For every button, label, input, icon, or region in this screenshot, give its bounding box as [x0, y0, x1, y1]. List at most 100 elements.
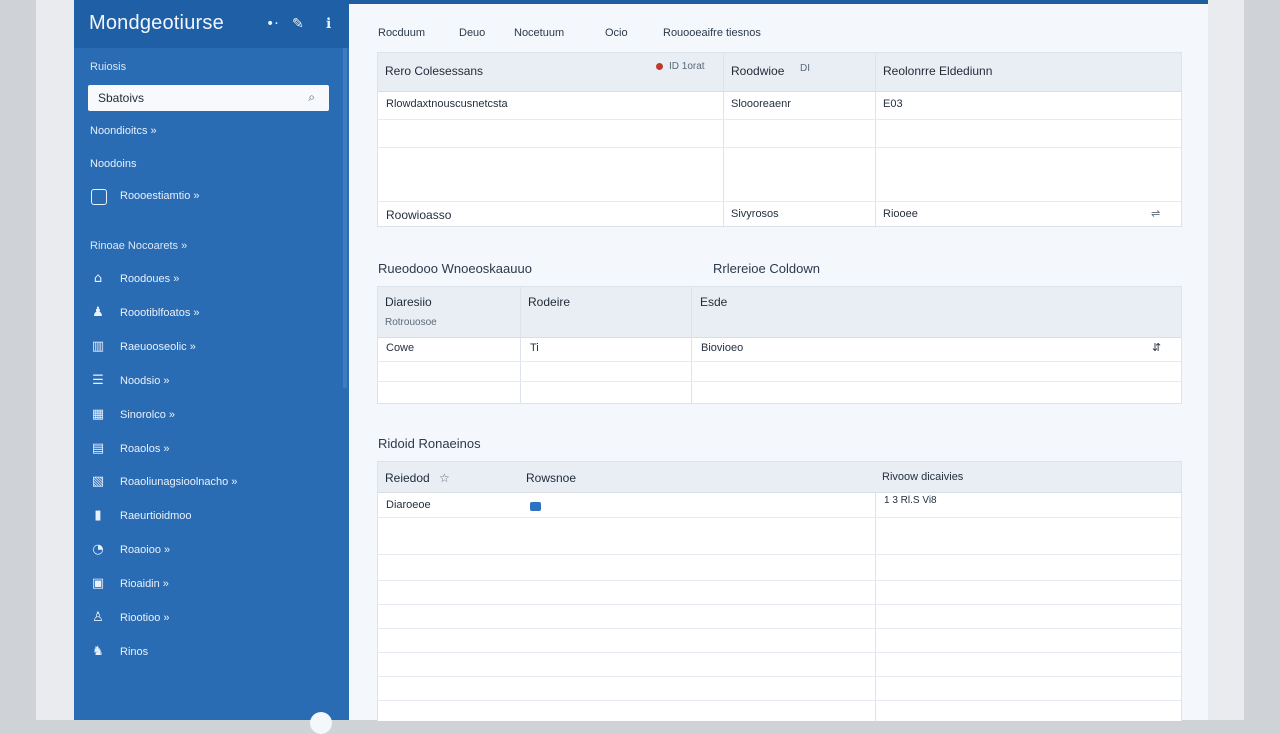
- table-2-col-header[interactable]: Esde: [700, 295, 727, 309]
- row-divider: [378, 628, 1181, 629]
- sidebar-section-label: Ruiosis: [90, 61, 127, 73]
- sidebar-item-label: Sinorolco »: [120, 409, 176, 421]
- sidebar-item-list[interactable]: ☰ Noodsio »: [90, 373, 330, 393]
- row-divider: [378, 700, 1181, 701]
- row-divider: [378, 381, 1181, 382]
- sidebar-item-chart[interactable]: ▥ Raeuooseolic »: [90, 339, 330, 359]
- sort-icon[interactable]: ⇌: [1151, 207, 1160, 220]
- sidebar-group-label: Rinoae Nocoarets »: [90, 240, 188, 252]
- table-row-cell: Diaroeoe: [386, 499, 431, 511]
- folder-icon: ▤: [91, 441, 105, 456]
- table-3-col-header[interactable]: Rivoow dicaivies: [882, 471, 963, 483]
- sidebar-scrollbar[interactable]: [343, 48, 347, 388]
- grid-icon: ▦: [91, 407, 105, 422]
- sidebar-item-2[interactable]: Roooestiamtio »: [90, 188, 330, 208]
- tab-0[interactable]: Rocduum: [378, 27, 425, 39]
- table-1-col-header[interactable]: Reolonrre Eldediunn: [883, 64, 992, 78]
- sidebar-item-roodoues[interactable]: ⌂ Roodoues »: [90, 271, 330, 291]
- table-row-cell: Biovioeo: [701, 342, 744, 354]
- sidebar-item-label: Noodsio »: [120, 375, 170, 387]
- row-divider: [378, 147, 1181, 148]
- sidebar-item-bars[interactable]: ▮ Raeurtioidmoo: [90, 508, 330, 528]
- sidebar-item-label: Rioaidin »: [120, 578, 169, 590]
- table-2-subheader: Rotrouosoe: [385, 317, 437, 328]
- col-divider: [875, 492, 876, 721]
- row-divider: [378, 580, 1181, 581]
- sidebar-fab-button[interactable]: [310, 712, 332, 734]
- sidebar-item-pie[interactable]: ◔ Roaoioo »: [90, 542, 330, 562]
- table-row-cell: Cowe: [386, 342, 415, 354]
- table-1-header-meta2: DI: [800, 63, 810, 74]
- table-row-cell: Rlowdaxtnouscusnetcsta: [386, 98, 508, 110]
- pie-icon: ◔: [92, 542, 104, 557]
- doc-icon: ▣: [91, 576, 105, 591]
- col-divider: [520, 287, 521, 403]
- table-3-col-header[interactable]: Rowsnoe: [526, 471, 576, 485]
- tab-2[interactable]: Nocetuum: [514, 27, 564, 39]
- table-1-col-header[interactable]: Roodwioe: [731, 64, 784, 78]
- table-row-cell: Riooee: [883, 208, 918, 220]
- list-icon: ☰: [92, 373, 104, 388]
- sidebar-item-label: Roaolos »: [120, 443, 170, 455]
- sidebar-item-label: Roooestiamtio »: [120, 190, 200, 202]
- table-row-cell: E03: [883, 98, 903, 110]
- sidebar: Mondgeotiurse •⋅ ✎ ℹ Ruiosis Sbatoivs ⌕ …: [74, 0, 349, 734]
- table-2-col-header[interactable]: Rodeire: [528, 295, 570, 309]
- sidebar-item-table[interactable]: ▧ Roaoliunagsioolnacho »: [90, 474, 330, 494]
- sidebar-item-label: Rinos: [120, 646, 149, 658]
- table-3-header: [378, 462, 1181, 493]
- sidebar-item-label: Roootiblfoatos »: [120, 307, 200, 319]
- row-divider: [378, 652, 1181, 653]
- sidebar-item-label: Roaoioo »: [120, 544, 171, 556]
- table-3: Reiedod ☆ Rowsnoe Rivoow dicaivies Diaro…: [377, 461, 1182, 721]
- sidebar-item-label: Noodoins: [90, 158, 137, 170]
- tab-4[interactable]: Rouooeaifre tiesnos: [663, 27, 761, 39]
- app-title: Mondgeotiurse: [89, 12, 224, 34]
- col-divider: [691, 287, 692, 403]
- tab-3[interactable]: Ocio: [605, 27, 628, 39]
- sidebar-search-input[interactable]: Sbatoivs ⌕: [88, 85, 329, 111]
- table-row-cell: Sivyrosos: [731, 208, 779, 220]
- info-icon[interactable]: ℹ: [326, 16, 331, 32]
- sidebar-item-0[interactable]: Noondioitcs »: [90, 123, 330, 143]
- row-divider: [378, 517, 1181, 518]
- sidebar-item-folder[interactable]: ▤ Roaolos »: [90, 441, 330, 461]
- tab-1[interactable]: Deuo: [459, 27, 485, 39]
- section-3-title: Ridoid Ronaeinos: [378, 436, 481, 451]
- comment-icon[interactable]: [530, 502, 541, 511]
- section-2-title: Rueodooo Wnoeoskaauuo: [378, 261, 532, 276]
- home-icon: ⌂: [93, 271, 103, 286]
- sidebar-item-label: Raeurtioidmoo: [120, 510, 192, 522]
- table-3-col-header[interactable]: Reiedod ☆: [385, 471, 450, 485]
- search-icon[interactable]: ⌕: [308, 90, 315, 105]
- table-icon: ▧: [91, 474, 105, 489]
- user-icon: ♙: [92, 610, 104, 625]
- tag-icon: ♞: [92, 644, 104, 659]
- row-divider: [378, 604, 1181, 605]
- sidebar-item-grid[interactable]: ▦ Sinorolco »: [90, 407, 330, 427]
- sidebar-search-value: Sbatoivs: [98, 91, 145, 105]
- sidebar-item-doc[interactable]: ▣ Rioaidin »: [90, 576, 330, 596]
- bars-icon: ▮: [94, 508, 102, 523]
- row-divider: [378, 554, 1181, 555]
- table-1: Rero Colesessans ID 1orat Roodwioe DI Re…: [377, 52, 1182, 227]
- status-dot-icon: [656, 62, 663, 70]
- table-row-cell: 1 3 Rl.S Vi8: [884, 495, 937, 506]
- chart-icon: ▥: [91, 339, 105, 354]
- sidebar-item-users[interactable]: ♟ Roootiblfoatos »: [90, 305, 330, 325]
- sidebar-item-tag[interactable]: ♞ Rinos: [90, 644, 330, 664]
- table-2-col-header[interactable]: Diaresiio: [385, 295, 432, 309]
- table-1-col-header[interactable]: Rero Colesessans: [385, 64, 483, 78]
- row-divider: [378, 119, 1181, 120]
- row-divider: [378, 676, 1181, 677]
- sidebar-item-1[interactable]: Noodoins: [90, 156, 330, 176]
- more-dots-icon[interactable]: •⋅: [266, 16, 279, 32]
- table-2-header: [378, 287, 1181, 338]
- table-1-header-meta: ID 1orat: [656, 61, 705, 72]
- edit-icon[interactable]: ✎: [292, 16, 304, 32]
- sidebar-item-user[interactable]: ♙ Riootioo »: [90, 610, 330, 630]
- window-top-accent: [349, 0, 1208, 4]
- expand-icon[interactable]: ⇵: [1152, 341, 1161, 354]
- users-icon: ♟: [92, 305, 104, 320]
- sidebar-item-label: Raeuooseolic »: [120, 341, 196, 353]
